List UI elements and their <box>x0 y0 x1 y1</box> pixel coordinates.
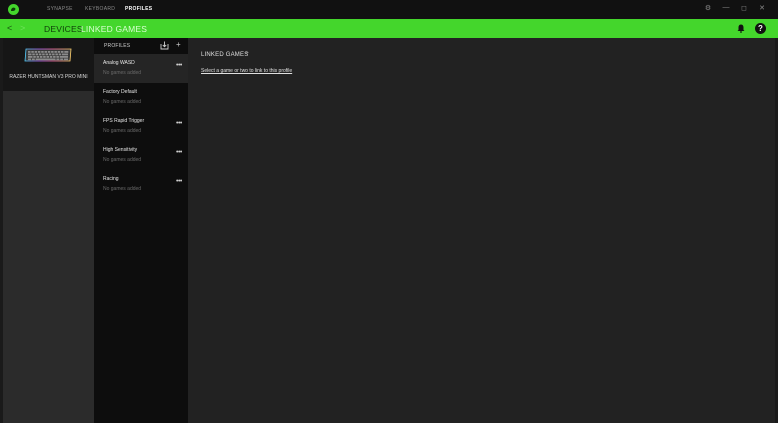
profile-name: FPS Rapid Trigger <box>103 118 145 124</box>
help-icon[interactable]: ? <box>755 23 766 34</box>
profile-name: Analog WASD <box>103 60 135 66</box>
title-bar: SYNAPSE KEYBOARD PROFILES ⚙ — ◻ ✕ <box>0 0 778 19</box>
profiles-heading: PROFILES <box>104 43 131 49</box>
more-options-icon[interactable]: ••• <box>176 120 182 127</box>
settings-icon[interactable]: ⚙ <box>703 4 713 12</box>
profile-item[interactable]: Factory Default No games added <box>94 83 188 112</box>
profile-name: Racing <box>103 176 119 182</box>
tab-keyboard[interactable]: KEYBOARD <box>85 6 115 12</box>
close-icon[interactable]: ✕ <box>757 4 767 12</box>
bell-icon[interactable] <box>737 24 745 33</box>
minimize-icon[interactable]: — <box>721 4 731 11</box>
more-options-icon[interactable]: ••• <box>176 178 182 185</box>
profile-status: No games added <box>103 186 142 192</box>
back-arrow-icon[interactable]: < <box>7 23 12 33</box>
profile-item[interactable]: Racing No games added ••• <box>94 170 188 199</box>
profile-status: No games added <box>103 128 142 134</box>
device-sidebar: RAZER HUNTSMAN V3 PRO MINI <box>3 38 94 423</box>
profile-item[interactable]: High Sensitivity No games added ••• <box>94 141 188 170</box>
more-options-icon[interactable]: ••• <box>176 62 182 69</box>
tab-profiles[interactable]: PROFILES <box>125 6 152 12</box>
link-game-link[interactable]: Select a game or two to link to this pro… <box>201 68 292 74</box>
add-linked-game-icon[interactable]: + <box>245 50 249 57</box>
more-options-icon[interactable]: ••• <box>176 149 182 156</box>
sub-navigation-bar: < > DEVICES LINKED GAMES ? <box>0 19 778 38</box>
profile-status: No games added <box>103 70 142 76</box>
profile-item[interactable]: FPS Rapid Trigger No games added ••• <box>94 112 188 141</box>
profile-name: Factory Default <box>103 89 137 95</box>
forward-arrow-icon[interactable]: > <box>20 23 25 33</box>
profile-status: No games added <box>103 157 142 163</box>
razer-logo-icon[interactable] <box>8 4 19 15</box>
profiles-panel: PROFILES + Analog WASD No games added ••… <box>94 38 188 423</box>
razer-synapse-window: SYNAPSE KEYBOARD PROFILES ⚙ — ◻ ✕ < > DE… <box>0 0 778 423</box>
tab-synapse[interactable]: SYNAPSE <box>47 6 73 12</box>
device-name: RAZER HUNTSMAN V3 PRO MINI <box>9 74 88 80</box>
linked-games-title: LINKED GAMES <box>201 52 249 58</box>
profile-name: High Sensitivity <box>103 147 138 153</box>
profile-item[interactable]: Analog WASD No games added ••• <box>94 54 188 83</box>
device-card[interactable]: RAZER HUNTSMAN V3 PRO MINI <box>3 38 94 91</box>
add-profile-icon[interactable]: + <box>176 40 181 49</box>
import-icon[interactable] <box>160 41 169 50</box>
keyboard-image <box>24 48 72 62</box>
tab-devices[interactable]: DEVICES <box>44 24 83 34</box>
tab-linked-games[interactable]: LINKED GAMES <box>81 24 147 34</box>
profile-status: No games added <box>103 99 142 105</box>
linked-games-panel: LINKED GAMES + Select a game or two to l… <box>188 38 775 423</box>
maximize-icon[interactable]: ◻ <box>739 4 749 12</box>
